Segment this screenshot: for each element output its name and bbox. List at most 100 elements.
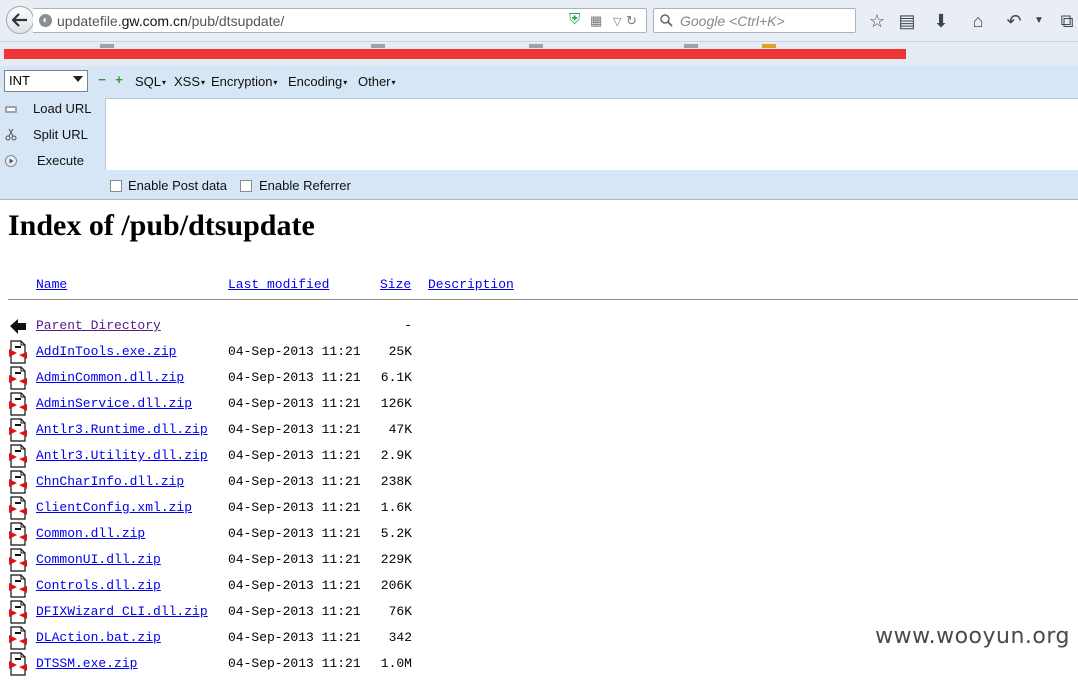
file-link[interactable]: Controls.dll.zip	[36, 578, 161, 593]
file-modified: 04-Sep-2013 11:21	[228, 344, 361, 359]
archive-file-icon	[8, 392, 28, 416]
type-select[interactable]: INT	[4, 70, 88, 92]
file-link[interactable]: ChnCharInfo.dll.zip	[36, 474, 184, 489]
load-url-icon	[5, 106, 17, 113]
archive-file-icon	[8, 444, 28, 468]
file-size: 238K	[380, 474, 412, 489]
archive-file-icon	[8, 470, 28, 494]
file-row: CommonUI.dll.zip 04-Sep-2013 11:21 229K	[0, 548, 1078, 582]
file-link[interactable]: Antlr3.Utility.dll.zip	[36, 448, 208, 463]
file-size: 1.6K	[380, 500, 412, 515]
back-folder-icon	[10, 319, 26, 334]
archive-file-icon	[8, 366, 28, 390]
bookmark-star-icon[interactable]: ☆	[866, 10, 888, 32]
watermark: www.wooyun.org	[875, 624, 1070, 649]
file-modified: 04-Sep-2013 11:21	[228, 604, 361, 619]
header-divider	[8, 299, 1078, 300]
load-url-label: Load URL	[33, 101, 92, 116]
globe-icon: ◐	[39, 14, 52, 27]
file-size: 5.2K	[380, 526, 412, 541]
type-select-value: INT	[9, 73, 30, 88]
enable-referrer-checkbox[interactable]	[240, 180, 252, 192]
file-modified: 04-Sep-2013 11:21	[228, 448, 361, 463]
file-link[interactable]: AdminCommon.dll.zip	[36, 370, 184, 385]
undo-dropdown-icon[interactable]: ▼	[1028, 10, 1050, 32]
file-modified: 04-Sep-2013 11:21	[228, 630, 361, 645]
file-link[interactable]: Antlr3.Runtime.dll.zip	[36, 422, 208, 437]
enable-post-checkbox[interactable]	[110, 180, 122, 192]
file-link[interactable]: ClientConfig.xml.zip	[36, 500, 192, 515]
file-row: Common.dll.zip 04-Sep-2013 11:21 5.2K	[0, 522, 1078, 556]
file-size: 229K	[380, 552, 412, 567]
search-input[interactable]: Google <Ctrl+K>	[653, 8, 856, 33]
download-icon[interactable]: ⬇	[930, 10, 952, 32]
file-modified: 04-Sep-2013 11:21	[228, 474, 361, 489]
redaction-bar	[4, 49, 906, 59]
column-header-description[interactable]: Description	[428, 277, 514, 292]
execute-label: Execute	[37, 153, 84, 168]
undo-icon[interactable]: ↶	[1003, 10, 1025, 32]
search-icon	[660, 14, 673, 27]
file-link[interactable]: Common.dll.zip	[36, 526, 145, 541]
file-link[interactable]: AdminService.dll.zip	[36, 396, 192, 411]
file-modified: 04-Sep-2013 11:21	[228, 500, 361, 515]
menu-encryption[interactable]: Encryption	[211, 74, 277, 89]
reading-list-icon[interactable]: ▤	[896, 10, 918, 32]
url-bar[interactable]: ◐ updatefile.gw.com.cn/pub/dtsupdate/ ⛨ …	[33, 8, 647, 33]
archive-file-icon	[8, 626, 28, 650]
bookmark-fragment[interactable]	[684, 44, 698, 48]
bookmark-fragment[interactable]	[529, 44, 543, 48]
file-row: DTSSM.exe.zip 04-Sep-2013 11:21 1.0M	[0, 652, 1078, 686]
bookmark-fragment[interactable]	[762, 44, 776, 48]
file-modified: 04-Sep-2013 11:21	[228, 370, 361, 385]
hackbar-panel: INT − + SQL XSS Encryption Encoding Othe…	[0, 66, 1078, 200]
file-link[interactable]: AddInTools.exe.zip	[36, 344, 176, 359]
file-modified: 04-Sep-2013 11:21	[228, 578, 361, 593]
bookmark-fragment[interactable]	[100, 44, 114, 48]
shield-icon[interactable]: ⛨	[569, 11, 580, 28]
chevron-down-icon	[73, 76, 83, 82]
scissors-icon	[5, 129, 17, 141]
bookmark-fragment[interactable]	[371, 44, 385, 48]
hackbar-url-textarea[interactable]	[105, 98, 1078, 170]
plus-icon[interactable]: +	[114, 73, 124, 86]
parent-directory-link[interactable]: Parent Directory	[36, 318, 161, 333]
crop-icon[interactable]: ⧉	[1056, 10, 1078, 32]
home-icon[interactable]: ⌂	[967, 10, 989, 32]
file-row: ClientConfig.xml.zip 04-Sep-2013 11:21 1.6…	[0, 496, 1078, 530]
load-url-button[interactable]: Load URL	[0, 98, 100, 122]
column-header-last-modified[interactable]: Last modified	[228, 277, 329, 292]
menu-xss[interactable]: XSS	[174, 74, 205, 89]
back-button[interactable]	[6, 6, 34, 34]
minus-icon[interactable]: −	[97, 73, 107, 86]
menu-sql[interactable]: SQL	[135, 74, 166, 89]
split-url-button[interactable]: Split URL	[0, 124, 100, 148]
page-title: Index of /pub/dtsupdate	[8, 209, 315, 242]
file-link[interactable]: DLAction.bat.zip	[36, 630, 161, 645]
file-size: 25K	[388, 344, 412, 359]
dropdown-arrow-icon[interactable]: ▽	[613, 15, 621, 28]
file-modified: 04-Sep-2013 11:21	[228, 552, 361, 567]
enable-post-label: Enable Post data	[128, 178, 228, 193]
execute-button[interactable]: Execute	[0, 150, 100, 174]
reload-icon[interactable]: ↻	[626, 13, 637, 29]
file-link[interactable]: CommonUI.dll.zip	[36, 552, 161, 567]
column-header-size[interactable]: Size	[380, 277, 411, 292]
browser-toolbar: ◐ updatefile.gw.com.cn/pub/dtsupdate/ ⛨ …	[0, 0, 1078, 42]
archive-file-icon	[8, 418, 28, 442]
archive-file-icon	[8, 600, 28, 624]
qr-code-icon[interactable]: ▦	[590, 13, 602, 29]
file-size: 76K	[388, 604, 412, 619]
menu-other[interactable]: Other	[358, 74, 396, 89]
search-placeholder: Google <Ctrl+K>	[680, 13, 785, 29]
archive-file-icon	[8, 496, 28, 520]
archive-file-icon	[8, 340, 28, 364]
file-modified: 04-Sep-2013 11:21	[228, 396, 361, 411]
file-link[interactable]: DFIXWizard CLI.dll.zip	[36, 604, 208, 619]
file-size: 342	[388, 630, 412, 645]
url-text: updatefile.gw.com.cn/pub/dtsupdate/	[57, 13, 285, 29]
file-modified: 04-Sep-2013 11:21	[228, 422, 361, 437]
menu-encoding[interactable]: Encoding	[288, 74, 347, 89]
column-header-name[interactable]: Name	[36, 277, 67, 292]
split-url-label: Split URL	[33, 127, 88, 142]
